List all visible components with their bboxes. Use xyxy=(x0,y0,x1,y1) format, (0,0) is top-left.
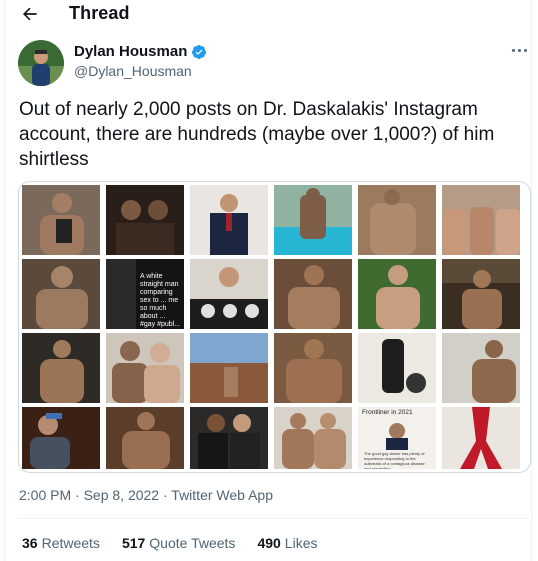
photo-tile xyxy=(190,407,268,469)
retweets-label: Retweets xyxy=(41,535,100,551)
tweet-timestamp-row: 2:00 PM · Sep 8, 2022 · Twitter Web App xyxy=(19,487,273,503)
photo-tile xyxy=(190,259,268,329)
photo-tile xyxy=(274,333,352,403)
meta-separator: · xyxy=(159,487,172,503)
verified-badge-icon xyxy=(192,44,207,59)
avatar[interactable] xyxy=(18,40,64,86)
author-handle[interactable]: @Dylan_Housman xyxy=(74,63,192,79)
photo-tile xyxy=(106,333,184,403)
photo-tile xyxy=(190,333,268,403)
arrow-left-icon xyxy=(23,7,37,21)
tweet-media-collage[interactable]: A white straight man comparing sex to ..… xyxy=(18,181,531,473)
likes-count: 490 xyxy=(257,535,281,551)
more-options-button[interactable] xyxy=(505,38,533,62)
photo-tile xyxy=(358,333,436,403)
retweets-count: 36 xyxy=(22,535,38,551)
likes-label: Likes xyxy=(284,535,318,551)
photo-tile xyxy=(190,185,268,255)
quote-tweets-count: 517 xyxy=(121,535,146,551)
photo-tile: A white straight man comparing sex to ..… xyxy=(106,259,184,329)
tweet-time[interactable]: 2:00 PM · Sep 8, 2022 xyxy=(19,487,159,503)
photo-tile xyxy=(106,407,184,469)
more-dot xyxy=(523,48,527,52)
divider xyxy=(18,518,529,519)
photo-tile: Frontliner in 2021 The good gay doctor h… xyxy=(358,407,436,469)
photo-tile xyxy=(22,259,100,329)
retweets-stat[interactable]: 36 Retweets xyxy=(22,535,100,551)
photo-tile xyxy=(274,185,352,255)
photo-tile xyxy=(274,259,352,329)
author-name-row: Dylan Housman xyxy=(74,43,207,60)
back-button[interactable] xyxy=(18,2,42,26)
page-title: Thread xyxy=(69,3,130,23)
photo-tile xyxy=(442,333,520,403)
tweet-source[interactable]: Twitter Web App xyxy=(171,487,273,503)
photo-tile xyxy=(274,407,352,469)
author-name[interactable]: Dylan Housman xyxy=(74,43,187,60)
collage-caption: The good gay doctor has plenty of experi… xyxy=(364,451,425,469)
column-border-left xyxy=(4,0,5,561)
more-dots-icon xyxy=(511,48,515,52)
column-border-right xyxy=(531,0,532,561)
likes-stat[interactable]: 490 Likes xyxy=(257,535,317,551)
photo-tile xyxy=(106,185,184,255)
photo-tile xyxy=(22,185,100,255)
collage-caption: A white straight man comparing sex to ..… xyxy=(140,273,181,328)
photo-tile xyxy=(358,259,436,329)
photo-tile xyxy=(22,407,100,469)
tweet-text: Out of nearly 2,000 posts on Dr. Daskala… xyxy=(19,99,495,170)
quote-tweets-label: Quote Tweets xyxy=(149,535,236,551)
thread-header: Thread xyxy=(0,0,538,28)
photo-tile xyxy=(442,407,520,469)
quote-tweets-stat[interactable]: 517 Quote Tweets xyxy=(122,535,236,551)
photo-tile xyxy=(442,185,520,255)
more-dot xyxy=(517,48,521,52)
photo-tile xyxy=(358,185,436,255)
photo-tile xyxy=(22,333,100,403)
photo-tile xyxy=(442,259,520,329)
tweet-stats: 36 Retweets 517 Quote Tweets 490 Likes xyxy=(22,535,317,551)
